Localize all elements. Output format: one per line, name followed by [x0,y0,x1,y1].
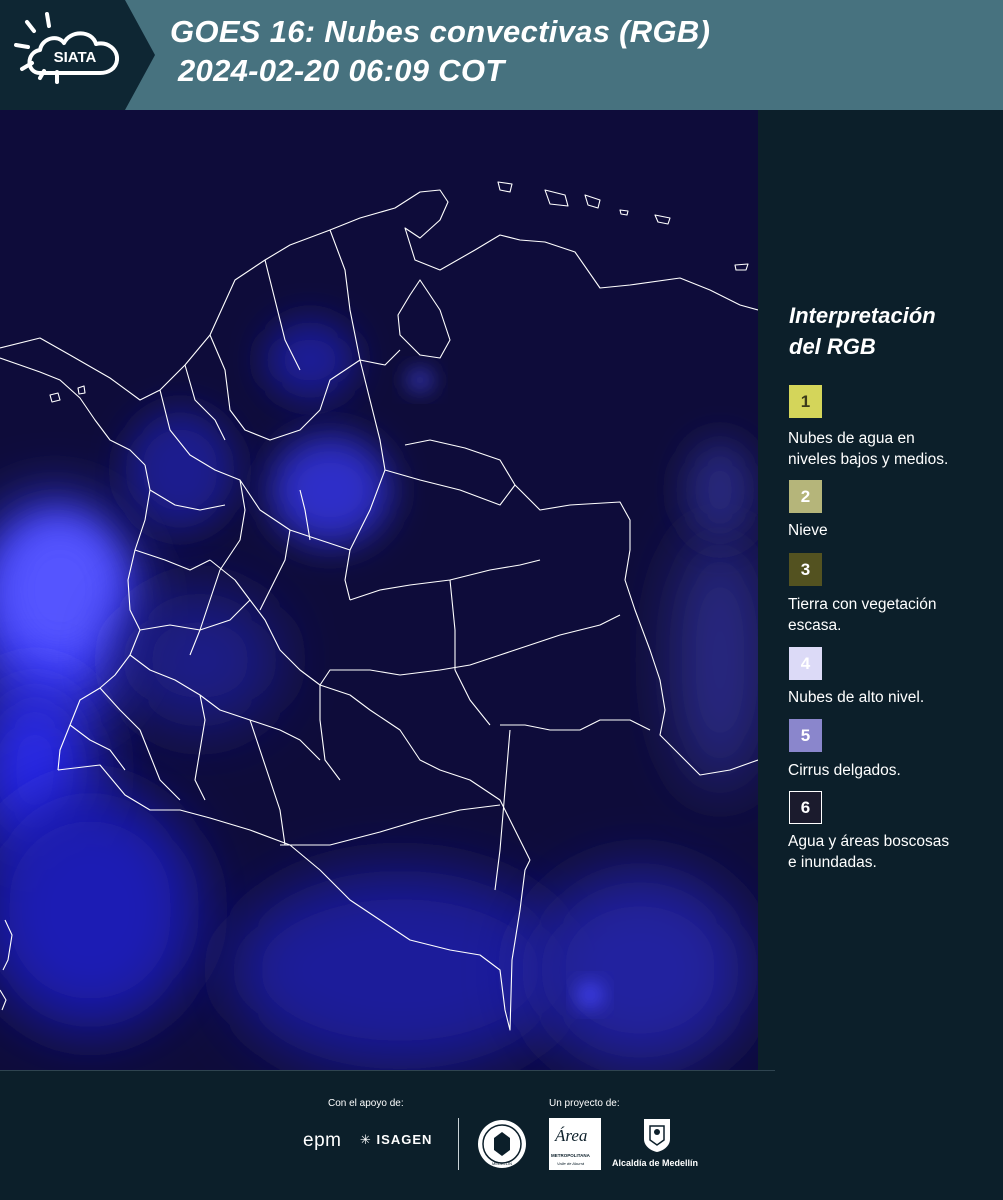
legend-title: Interpretación del RGB [789,300,989,362]
legend-label-4-line1: Nubes de alto nivel. [788,689,925,706]
area-metropolitana-logo[interactable]: Área METROPOLITANA Valle de Aburrá [549,1118,601,1170]
legend-label-5-line1: Cirrus delgados. [788,762,901,779]
support-label: Con el apoyo de: [328,1098,404,1109]
legend-label-2-line1: Nieve [788,522,828,539]
epm-logo-text: epm [303,1130,342,1151]
legend-label-3-line2: escasa. [788,617,842,634]
header-bar: SIATA GOES 16: Nubes convectivas (RGB) 2… [0,0,1003,110]
legend-label-6: Agua y áreas boscosas e inundadas. [788,831,993,873]
legend-swatch-5: 5 [789,719,822,752]
legend-label-5: Cirrus delgados. [788,760,993,781]
area-logo-subtitle: METROPOLITANA [551,1153,590,1158]
isagen-logo[interactable]: ✳ ISAGEN [360,1132,432,1148]
area-logo-tagline: Valle de Aburrá [557,1161,585,1166]
footer: Con el apoyo de: Un proyecto de: epm ✳ I… [0,1070,1003,1200]
legend-swatch-2: 2 [789,480,822,513]
legend-label-3: Tierra con vegetación escasa. [788,594,993,636]
page-timestamp: 2024-02-20 06:09 COT [178,53,505,88]
medellin-seal-icon[interactable]: MEDELLÍN [476,1118,528,1170]
legend-label-6-line2: e inundadas. [788,854,877,871]
legend-swatch-1: 1 [789,385,822,418]
legend-label-4: Nubes de alto nivel. [788,687,993,708]
rgb-legend: Interpretación del RGB 1 Nubes de agua e… [760,110,1003,1070]
logo-text: SIATA [54,49,97,66]
legend-label-1-line1: Nubes de agua en [788,430,915,447]
map-canvas[interactable] [0,110,758,1070]
sponsor-separator [458,1118,459,1170]
legend-swatch-3: 3 [789,553,822,586]
isagen-star-icon: ✳ [360,1132,372,1147]
logo-banner: SIATA [0,0,155,110]
page-title: GOES 16: Nubes convectivas (RGB) [170,14,711,49]
area-logo-text: Área [555,1126,588,1145]
legend-label-3-line1: Tierra con vegetación [788,596,937,613]
siata-logo[interactable]: SIATA [0,0,155,110]
legend-label-1: Nubes de agua en niveles bajos y medios. [788,428,993,470]
alcaldia-logo-text: Alcaldía de Medellín [612,1158,699,1168]
isagen-logo-text: ISAGEN [376,1132,433,1147]
project-label: Un proyecto de: [549,1098,620,1109]
alcaldia-shield-icon[interactable] [642,1117,672,1153]
legend-title-line2: del RGB [789,334,876,359]
legend-title-line1: Interpretación [789,303,936,328]
legend-label-2: Nieve [788,520,993,541]
seal-text: MEDELLÍN [492,1161,512,1166]
legend-label-1-line2: niveles bajos y medios. [788,451,949,468]
legend-swatch-6: 6 [789,791,822,824]
satellite-map[interactable] [0,110,758,1070]
legend-swatch-4: 4 [789,647,822,680]
legend-label-6-line1: Agua y áreas boscosas [788,833,950,850]
epm-logo[interactable]: epm [303,1130,341,1152]
footer-divider [0,1070,775,1071]
